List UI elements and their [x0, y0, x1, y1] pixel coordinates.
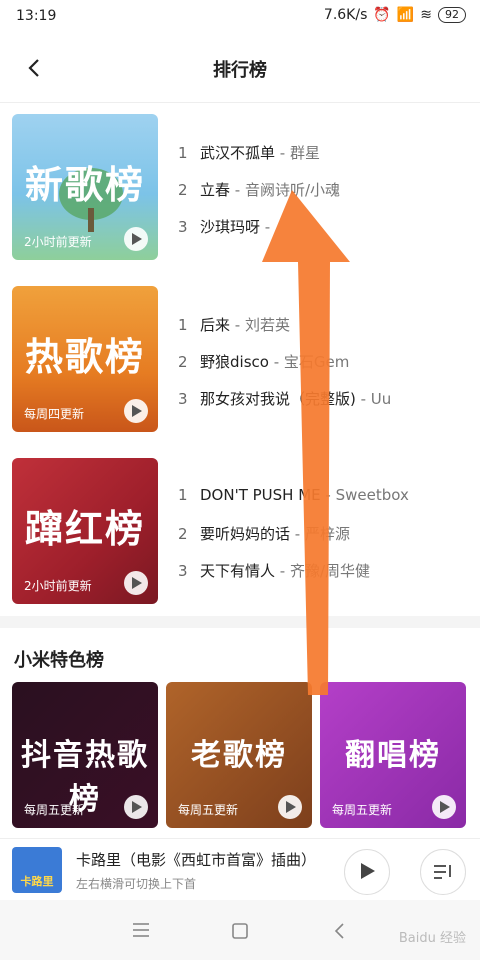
play-icon[interactable]: [124, 227, 148, 251]
chart-cover[interactable]: 热歌榜 每周四更新: [12, 286, 158, 432]
play-icon: [361, 863, 375, 879]
watermark: Baidu 经验: [398, 931, 466, 946]
track-item[interactable]: 3 天下有情人 - 齐豫/周华健: [178, 560, 370, 581]
chart-cover-title: 蹿红榜: [24, 507, 145, 551]
chart-row-hot[interactable]: 热歌榜 每周四更新 1 后来 - 刘若英 2 野狼disco - 宝石Gem 3 那女…: [12, 286, 472, 432]
network-speed: 7.6K/s: [323, 7, 368, 23]
page-header: 排行榜: [0, 34, 480, 103]
play-icon[interactable]: [124, 795, 148, 819]
player-play-button[interactable]: [344, 849, 390, 895]
track-item[interactable]: 1 武汉不孤单 - 群星: [178, 142, 320, 163]
chart-update-text: 每周五更新: [178, 803, 239, 817]
special-chart-douyin[interactable]: 抖音热歌榜 每周五更新: [12, 682, 158, 828]
alarm-icon: ⏰: [373, 7, 391, 23]
system-nav-bar: Baidu 经验: [0, 900, 480, 960]
album-art: 卡路里: [12, 847, 62, 893]
chart-update-text: 2小时前更新: [24, 235, 92, 249]
chart-update-text: 每周五更新: [332, 803, 393, 817]
player-playlist-button[interactable]: [420, 849, 466, 895]
play-icon[interactable]: [432, 795, 456, 819]
chart-cover[interactable]: 新歌榜 2小时前更新: [12, 114, 158, 260]
chart-cover-title: 翻唱榜: [345, 738, 441, 773]
special-chart-cover[interactable]: 翻唱榜 每周五更新: [320, 682, 466, 828]
chart-cover-title: 老歌榜: [191, 738, 287, 773]
battery-indicator: 92: [438, 7, 466, 23]
play-icon[interactable]: [124, 399, 148, 423]
status-bar: 13:19 7.6K/s ⏰ 📶 ≋ 92: [0, 0, 480, 34]
chart-cover-title: 新歌榜: [24, 163, 145, 207]
wifi-icon: ≋: [420, 7, 432, 23]
section-title: 小米特色榜: [14, 650, 104, 671]
section-divider: [0, 616, 480, 628]
status-time: 13:19: [16, 8, 57, 24]
player-song-title: 卡路里（电影《西虹市首富》插曲）: [76, 851, 317, 869]
chart-row-new[interactable]: 新歌榜 2小时前更新 1 武汉不孤单 - 群星 2 立春 - 音阙诗听/小魂 3 沙琪…: [12, 114, 472, 260]
home-icon[interactable]: [231, 922, 249, 940]
special-chart-oldies[interactable]: 老歌榜 每周五更新: [166, 682, 312, 828]
signal-icon: 📶: [396, 7, 415, 23]
track-item[interactable]: 2 立春 - 音阙诗听/小魂: [178, 179, 340, 200]
back-nav-icon[interactable]: [333, 922, 345, 940]
play-icon[interactable]: [124, 571, 148, 595]
track-item[interactable]: 2 野狼disco - 宝石Gem: [178, 351, 349, 372]
player-hint: 左右横滑可切换上下首: [76, 877, 197, 891]
chart-row-rising[interactable]: 蹿红榜 2小时前更新 1 DON'T PUSH ME - Sweetbox 2 要听…: [12, 458, 472, 604]
album-art-text: 卡路里: [20, 875, 54, 888]
playlist-icon: [434, 865, 451, 879]
play-icon[interactable]: [278, 795, 302, 819]
chart-cover[interactable]: 蹿红榜 2小时前更新: [12, 458, 158, 604]
track-item[interactable]: 3 那女孩对我说（完整版) - Uu: [178, 388, 391, 409]
chart-update-text: 2小时前更新: [24, 579, 92, 593]
track-item[interactable]: 1 DON'T PUSH ME - Sweetbox: [178, 486, 409, 504]
page-title: 排行榜: [213, 60, 267, 81]
chart-update-text: 每周四更新: [24, 407, 85, 421]
mini-player[interactable]: 卡路里 卡路里（电影《西虹市首富》插曲） 左右横滑可切换上下首: [0, 838, 480, 901]
status-icons: 7.6K/s ⏰ 📶 ≋ 92: [324, 7, 466, 23]
chart-update-text: 每周五更新: [24, 803, 85, 817]
track-item[interactable]: 1 后来 - 刘若英: [178, 314, 290, 335]
track-item[interactable]: 3 沙琪玛呀 -: [178, 216, 270, 237]
chart-cover-title: 热歌榜: [24, 335, 145, 379]
track-item[interactable]: 2 要听妈妈的话 - 严梓源: [178, 523, 350, 544]
menu-icon[interactable]: [132, 922, 150, 938]
